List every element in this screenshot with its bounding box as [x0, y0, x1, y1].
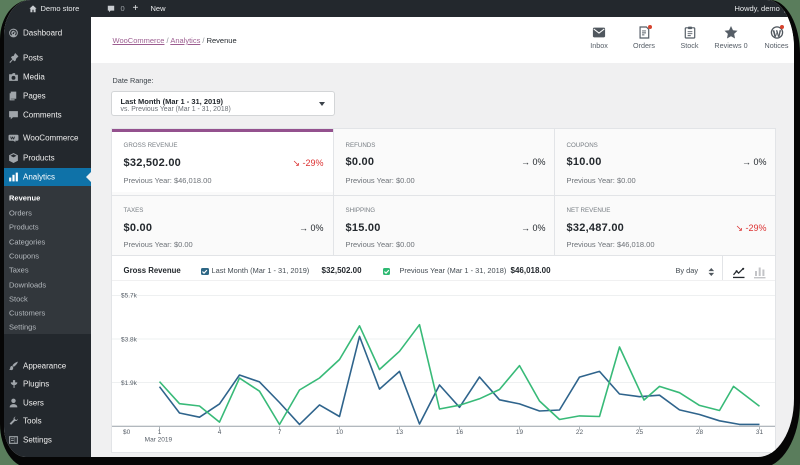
svg-text:25: 25 [635, 429, 643, 436]
svg-text:16: 16 [455, 429, 463, 436]
svg-text:28: 28 [695, 429, 703, 436]
svg-text:13: 13 [395, 429, 403, 436]
svg-text:22: 22 [575, 429, 583, 436]
svg-text:$5.7k: $5.7k [121, 293, 138, 300]
svg-text:$0: $0 [123, 429, 131, 436]
svg-text:19: 19 [515, 429, 523, 436]
svg-text:7: 7 [277, 429, 281, 436]
svg-text:1: 1 [157, 429, 161, 436]
svg-text:10: 10 [335, 429, 343, 436]
svg-text:$1.9k: $1.9k [121, 380, 138, 387]
svg-text:Mar 2019: Mar 2019 [144, 436, 172, 443]
svg-text:4: 4 [217, 429, 221, 436]
svg-text:31: 31 [755, 429, 763, 436]
svg-text:$3.8k: $3.8k [121, 337, 138, 344]
